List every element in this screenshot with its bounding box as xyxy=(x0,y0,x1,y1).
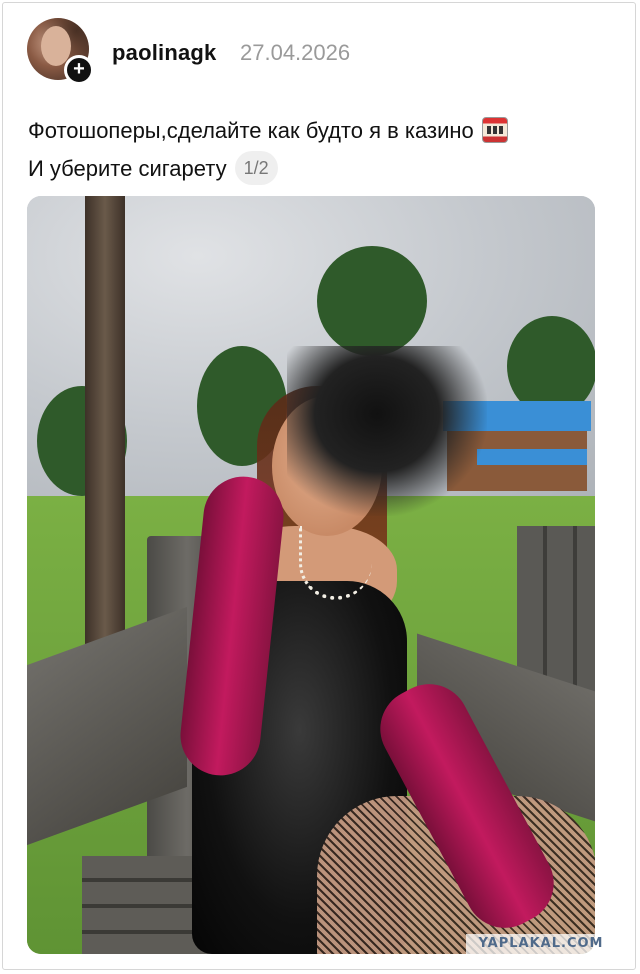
slot-machine-icon xyxy=(481,117,508,143)
photo-necklace xyxy=(299,526,372,600)
photo-pole xyxy=(85,196,125,676)
photo-house-roof xyxy=(477,449,587,465)
watermark: YAPLAKAL.COM xyxy=(466,934,616,954)
post-caption: Фотошоперы,сделайте как будто я в казино… xyxy=(28,112,508,188)
image-pager[interactable]: 1/2 xyxy=(234,151,278,185)
photo-fascinator xyxy=(287,346,487,516)
post-date: 27.04.2026 xyxy=(240,40,351,65)
username[interactable]: paolinagk xyxy=(112,40,217,66)
post-photo[interactable] xyxy=(27,196,595,954)
caption-line-2: И уберите сигарету xyxy=(28,156,227,181)
photo-tree xyxy=(317,246,427,356)
caption-line-1: Фотошоперы,сделайте как будто я в казино xyxy=(28,118,474,143)
plus-icon: + xyxy=(73,58,85,80)
follow-plus-button[interactable]: + xyxy=(64,55,94,85)
